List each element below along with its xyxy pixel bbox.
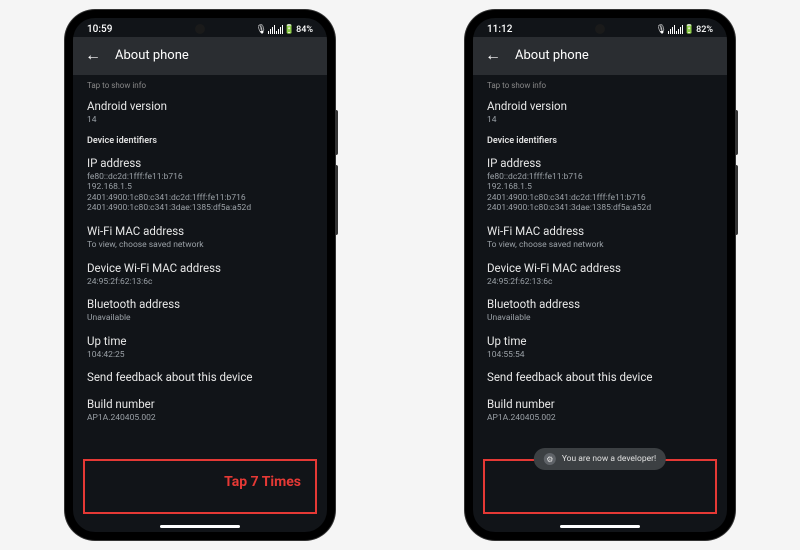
item-value: 2401:4900:1c80:c341:3dae:1385:df5a:a52d <box>87 203 313 214</box>
item-value: 24:95:2f:62:13:6c <box>487 277 713 288</box>
toast-notification: ⚙ You are now a developer! <box>534 448 666 470</box>
item-value: 104:42:25 <box>87 350 313 361</box>
signal-icon <box>676 25 683 34</box>
item-label: Up time <box>487 334 713 349</box>
tap-hint: Tap to show info <box>487 81 713 91</box>
send-feedback-item[interactable]: Send feedback about this device <box>487 370 713 385</box>
screen-left: 10:59 🎙 🔋 84% ← About phone Tap to show … <box>73 18 327 532</box>
item-value: To view, choose saved network <box>87 240 313 251</box>
battery-percent: 82% <box>696 25 713 35</box>
item-value: 192.168.1.5 <box>487 182 713 193</box>
signal-icon <box>276 25 283 34</box>
item-value: To view, choose saved network <box>487 240 713 251</box>
section-header-identifiers: Device identifiers <box>87 136 313 148</box>
item-value: 192.168.1.5 <box>87 182 313 193</box>
item-value: Unavailable <box>87 313 313 324</box>
item-label: Device Wi-Fi MAC address <box>487 261 713 276</box>
power-button <box>335 165 338 235</box>
item-value: Unavailable <box>487 313 713 324</box>
item-value: 2401:4900:1c80:c341:dc2d:1fff:fe11:b716 <box>487 193 713 204</box>
item-label: Wi-Fi MAC address <box>487 224 713 239</box>
tap-hint: Tap to show info <box>87 81 313 91</box>
status-bar: 10:59 🎙 🔋 84% <box>73 18 327 37</box>
screen-right: 11:12 🎙 🔋 82% ← About phone Tap to show … <box>473 18 727 532</box>
signal-icon <box>268 25 275 34</box>
device-wifi-mac-item[interactable]: Device Wi-Fi MAC address 24:95:2f:62:13:… <box>487 261 713 288</box>
page-title: About phone <box>515 48 589 63</box>
ip-address-item[interactable]: IP address fe80::dc2d:1fff:fe11:b716 192… <box>487 156 713 214</box>
item-label: Device Wi-Fi MAC address <box>87 261 313 276</box>
uptime-item[interactable]: Up time 104:55:54 <box>487 334 713 361</box>
voice-icon: 🎙 <box>255 25 266 35</box>
app-bar: ← About phone <box>473 37 727 75</box>
send-feedback-item[interactable]: Send feedback about this device <box>87 370 313 385</box>
bluetooth-address-item[interactable]: Bluetooth address Unavailable <box>487 297 713 324</box>
item-label: Wi-Fi MAC address <box>87 224 313 239</box>
status-time: 10:59 <box>87 24 112 35</box>
item-label: Build number <box>87 397 313 412</box>
item-value: 14 <box>87 115 313 126</box>
item-value: fe80::dc2d:1fff:fe11:b716 <box>87 172 313 183</box>
item-value: fe80::dc2d:1fff:fe11:b716 <box>487 172 713 183</box>
nav-bar[interactable] <box>160 525 240 528</box>
item-label: Android version <box>487 99 713 114</box>
item-value: 104:55:54 <box>487 350 713 361</box>
android-version-item[interactable]: Android version 14 <box>487 99 713 126</box>
battery-icon: 🔋 <box>284 25 295 35</box>
item-value: 14 <box>487 115 713 126</box>
app-bar: ← About phone <box>73 37 327 75</box>
phone-left: 10:59 🎙 🔋 84% ← About phone Tap to show … <box>65 10 335 540</box>
phone-right: 11:12 🎙 🔋 82% ← About phone Tap to show … <box>465 10 735 540</box>
item-value: AP1A.240405.002 <box>87 413 313 424</box>
voice-icon: 🎙 <box>655 25 666 35</box>
tap-instruction-label: Tap 7 Times <box>224 474 301 490</box>
nav-bar[interactable] <box>560 525 640 528</box>
status-time: 11:12 <box>487 24 512 35</box>
battery-icon: 🔋 <box>684 25 695 35</box>
android-version-item[interactable]: Android version 14 <box>87 99 313 126</box>
power-button <box>735 165 738 235</box>
item-label: Android version <box>87 99 313 114</box>
status-icons: 🎙 🔋 84% <box>255 25 313 35</box>
battery-percent: 84% <box>296 25 313 35</box>
volume-button <box>335 110 338 155</box>
wifi-mac-item[interactable]: Wi-Fi MAC address To view, choose saved … <box>87 224 313 251</box>
build-number-item[interactable]: Build number AP1A.240405.002 <box>87 397 313 424</box>
content-area[interactable]: Tap to show info Android version 14 Devi… <box>473 75 727 440</box>
toast-text: You are now a developer! <box>562 454 656 464</box>
item-label: Up time <box>87 334 313 349</box>
wifi-mac-item[interactable]: Wi-Fi MAC address To view, choose saved … <box>487 224 713 251</box>
item-label: Bluetooth address <box>487 297 713 312</box>
item-label: IP address <box>87 156 313 171</box>
item-label: Build number <box>487 397 713 412</box>
status-bar: 11:12 🎙 🔋 82% <box>473 18 727 37</box>
page-title: About phone <box>115 48 189 63</box>
uptime-item[interactable]: Up time 104:42:25 <box>87 334 313 361</box>
item-value: 24:95:2f:62:13:6c <box>87 277 313 288</box>
item-value: 2401:4900:1c80:c341:3dae:1385:df5a:a52d <box>487 203 713 214</box>
device-wifi-mac-item[interactable]: Device Wi-Fi MAC address 24:95:2f:62:13:… <box>87 261 313 288</box>
item-label: Bluetooth address <box>87 297 313 312</box>
build-number-item[interactable]: Build number AP1A.240405.002 <box>487 397 713 424</box>
back-arrow-icon[interactable]: ← <box>485 45 501 65</box>
status-icons: 🎙 🔋 82% <box>655 25 713 35</box>
gear-icon: ⚙ <box>544 453 556 465</box>
back-arrow-icon[interactable]: ← <box>85 45 101 65</box>
item-value: 2401:4900:1c80:c341:dc2d:1fff:fe11:b716 <box>87 193 313 204</box>
bluetooth-address-item[interactable]: Bluetooth address Unavailable <box>87 297 313 324</box>
content-area[interactable]: Tap to show info Android version 14 Devi… <box>73 75 327 440</box>
volume-button <box>735 110 738 155</box>
ip-address-item[interactable]: IP address fe80::dc2d:1fff:fe11:b716 192… <box>87 156 313 214</box>
item-value: AP1A.240405.002 <box>487 413 713 424</box>
section-header-identifiers: Device identifiers <box>487 136 713 148</box>
item-label: IP address <box>487 156 713 171</box>
signal-icon <box>668 25 675 34</box>
